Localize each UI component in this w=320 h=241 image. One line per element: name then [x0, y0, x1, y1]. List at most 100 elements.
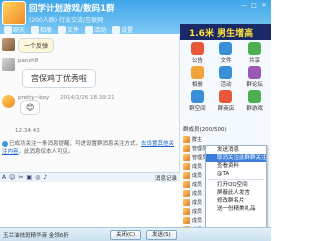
- avatar: [183, 181, 190, 188]
- menu-item-view-profile[interactable]: 查看资料: [206, 162, 266, 170]
- avatar: [183, 199, 190, 206]
- close-window-button[interactable]: ✕: [260, 2, 268, 9]
- system-notice-tail: ，此消息仅本人可见。: [18, 149, 74, 155]
- menu-item-send-message[interactable]: 发送消息: [206, 146, 266, 154]
- app-label: 相册: [191, 82, 203, 88]
- toolbar-item-label: 设置: [121, 27, 134, 34]
- image-icon[interactable]: ▣: [26, 174, 32, 181]
- app-label: 群空间: [189, 106, 206, 112]
- member-name: 成员: [192, 191, 203, 197]
- app-label: 活动: [220, 82, 232, 88]
- menu-item-open-qzone[interactable]: 打开QQ空间: [206, 181, 266, 189]
- screenshot-icon[interactable]: ✂: [18, 174, 23, 181]
- toolbar-item-label: 相册: [40, 27, 53, 34]
- app-label: 公告: [191, 58, 203, 64]
- album-icon: [31, 25, 40, 34]
- app-label: 共享: [249, 58, 261, 64]
- message-input[interactable]: [0, 183, 180, 225]
- avatar: [183, 145, 190, 152]
- group-avatar[interactable]: [2, 1, 26, 25]
- menu-item-edit-card[interactable]: 修改群名片: [206, 197, 266, 205]
- game-icon: [248, 90, 262, 103]
- avatar: [183, 136, 190, 143]
- main-toolbar: 聊天 相册 文件 活动 设置: [0, 24, 180, 36]
- menu-item-send-gift[interactable]: 送一份精美礼品: [206, 205, 266, 213]
- status-ad-link[interactable]: 玉兰油祛斑精华液 金领6折: [3, 231, 69, 239]
- ad-banner[interactable]: 1.6米 男生增高: [180, 24, 271, 40]
- file-icon: [219, 42, 233, 55]
- avatar: [183, 163, 190, 170]
- forum-icon: [248, 66, 262, 79]
- shake-icon[interactable]: ◎: [35, 174, 40, 181]
- avatar: [183, 172, 190, 179]
- avatar[interactable]: [2, 95, 15, 108]
- message-bubble: 😊: [20, 100, 41, 115]
- message-timestamp: 2014/2/26 18:39:21: [60, 95, 115, 101]
- album-icon: [190, 66, 204, 79]
- app-label: 群商店: [217, 106, 235, 112]
- app-item[interactable]: 群论坛: [240, 66, 269, 88]
- toolbar-item-activity[interactable]: 活动: [83, 24, 108, 35]
- member-name: 成员: [192, 200, 203, 206]
- member-name: 群主: [192, 137, 203, 143]
- member-name: 成员: [192, 173, 203, 179]
- announcement-icon: [190, 42, 204, 55]
- avatar: [183, 154, 190, 161]
- time-divider: 12:34:43: [15, 128, 40, 134]
- menu-item-block-speech[interactable]: 屏蔽此人发言: [206, 189, 266, 197]
- info-icon: [2, 140, 8, 147]
- maximize-button[interactable]: □: [250, 2, 258, 9]
- message-bubble: 宫保鸡丁优秀啦: [22, 69, 96, 88]
- message-record-button[interactable]: 消息记录: [155, 174, 177, 182]
- menu-divider: [208, 179, 264, 180]
- app-label: 文件: [220, 58, 232, 64]
- app-item[interactable]: 公告: [183, 42, 212, 64]
- members-header: 群成员(200/500): [183, 127, 227, 133]
- input-toolbar: A ☺ ✂ ▣ ◎ ♪ 消息记录: [0, 172, 180, 182]
- font-icon[interactable]: A: [2, 174, 6, 181]
- chat-icon: [4, 25, 12, 34]
- store-icon: [219, 90, 233, 103]
- status-bar: 玉兰油祛斑精华液 金领6折 关闭(C) 发送(S): [0, 227, 271, 241]
- avatar[interactable]: [2, 58, 15, 71]
- toolbar-item-label: 聊天: [13, 27, 26, 34]
- space-icon: [190, 90, 204, 103]
- activity-icon: [85, 25, 94, 34]
- group-apps: 公告 文件 共享 相册 活动 群论坛 群空间 群商店 群游戏: [183, 42, 269, 112]
- app-label: 群论坛: [246, 82, 263, 88]
- toolbar-item-file[interactable]: 文件: [56, 24, 81, 35]
- minimize-button[interactable]: —: [240, 2, 248, 9]
- toolbar-item-chat[interactable]: 聊天: [2, 24, 27, 35]
- system-notice: 已成功关注一条消息提醒，可进设置群消息关注方式，去设置其他关注内容，此消息仅本人…: [2, 140, 178, 156]
- list-item[interactable]: 群主: [183, 135, 223, 144]
- app-item[interactable]: 群商店: [212, 90, 241, 112]
- message-bubble: 一个反弹: [18, 38, 55, 53]
- app-item[interactable]: 群游戏: [240, 90, 269, 112]
- app-item[interactable]: 活动: [212, 66, 241, 88]
- app-item[interactable]: 文件: [212, 42, 241, 64]
- avatar: [183, 208, 190, 215]
- emoji-icon[interactable]: ☺: [9, 174, 15, 181]
- toolbar-item-settings[interactable]: 设置: [110, 24, 135, 35]
- close-button[interactable]: 关闭(C): [110, 230, 142, 240]
- avatar[interactable]: [2, 38, 15, 51]
- avatar: [183, 190, 190, 197]
- sender-name[interactable]: panzh8: [18, 58, 38, 64]
- voice-icon[interactable]: ♪: [43, 174, 47, 181]
- menu-item-cancel-follow[interactable]: 取消关注此群群关注: [206, 154, 267, 162]
- share-icon: [248, 42, 262, 55]
- chat-history[interactable]: 一个反弹 panzh8 宫保鸡丁优秀啦 2014/2/26 18:39:21 p…: [0, 36, 180, 172]
- app-item[interactable]: 相册: [183, 66, 212, 88]
- settings-icon: [112, 25, 121, 34]
- member-name: 成员: [192, 182, 203, 188]
- context-menu: 发送消息 取消关注此群群关注 查看资料 @TA 打开QQ空间 屏蔽此人发言 修改…: [205, 145, 267, 237]
- app-item[interactable]: 群空间: [183, 90, 212, 112]
- window-subtitle: (200人群) 行业交流/互联网: [29, 17, 104, 24]
- toolbar-item-album[interactable]: 相册: [29, 24, 54, 35]
- send-button[interactable]: 发送(S): [146, 230, 177, 240]
- menu-item-mention[interactable]: @TA: [206, 170, 266, 178]
- activity-icon: [219, 66, 233, 79]
- app-label: 群游戏: [246, 106, 263, 112]
- member-name: 成员: [192, 218, 203, 224]
- app-item[interactable]: 共享: [240, 42, 269, 64]
